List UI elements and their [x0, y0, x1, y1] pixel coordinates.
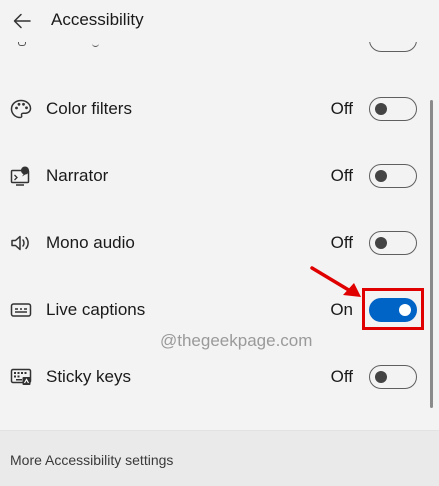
narrator-icon — [10, 166, 32, 186]
header-bar: Accessibility — [0, 0, 439, 42]
partial-icon — [18, 42, 26, 46]
partial-toggle[interactable] — [369, 42, 417, 52]
setting-label: Color filters — [46, 99, 132, 118]
captions-icon — [10, 300, 32, 320]
watermark-text: @thegeekpage.com — [160, 331, 313, 350]
setting-state: Off — [330, 367, 353, 386]
partial-hidden-row — [0, 42, 430, 56]
setting-state: On — [330, 300, 353, 319]
sticky-keys-toggle[interactable] — [369, 365, 417, 389]
setting-label: Sticky keys — [46, 367, 132, 386]
setting-row-mono-audio[interactable]: Mono audio Off — [0, 223, 430, 263]
palette-icon — [10, 99, 32, 119]
page-title: Accessibility — [51, 10, 144, 29]
speaker-icon — [10, 233, 32, 253]
footer-bar: More Accessibility settings — [0, 431, 439, 486]
more-accessibility-settings-link[interactable]: More Accessibility settings — [10, 452, 173, 468]
setting-row-color-filters[interactable]: Color filters Off — [0, 89, 430, 129]
red-arrow-annotation — [310, 266, 361, 297]
color-filters-toggle[interactable] — [369, 97, 417, 121]
highlight-box-annotation — [362, 288, 424, 330]
setting-state: Off — [330, 166, 353, 185]
setting-state: Off — [330, 99, 353, 118]
narrator-toggle[interactable] — [369, 164, 417, 188]
mono-audio-toggle[interactable] — [369, 231, 417, 255]
setting-row-narrator[interactable]: Narrator Off — [0, 156, 430, 196]
settings-list: Color filters Off Narrator Off Mono audi… — [0, 42, 439, 430]
setting-label: Live captions — [46, 300, 146, 319]
setting-label: Narrator — [46, 166, 109, 185]
scrollbar[interactable] — [430, 100, 433, 408]
toggle-knob — [375, 370, 387, 383]
toggle-knob — [375, 102, 387, 115]
setting-label: Mono audio — [46, 233, 135, 252]
setting-state: Off — [330, 233, 353, 252]
toggle-knob — [375, 236, 387, 249]
toggle-knob — [375, 169, 387, 182]
setting-row-sticky-keys[interactable]: Sticky keys Off — [0, 357, 430, 397]
back-button[interactable] — [10, 9, 34, 33]
partial-label-fragment — [92, 42, 99, 47]
arrow-left-icon — [13, 13, 31, 29]
keyboard-icon — [10, 367, 32, 387]
